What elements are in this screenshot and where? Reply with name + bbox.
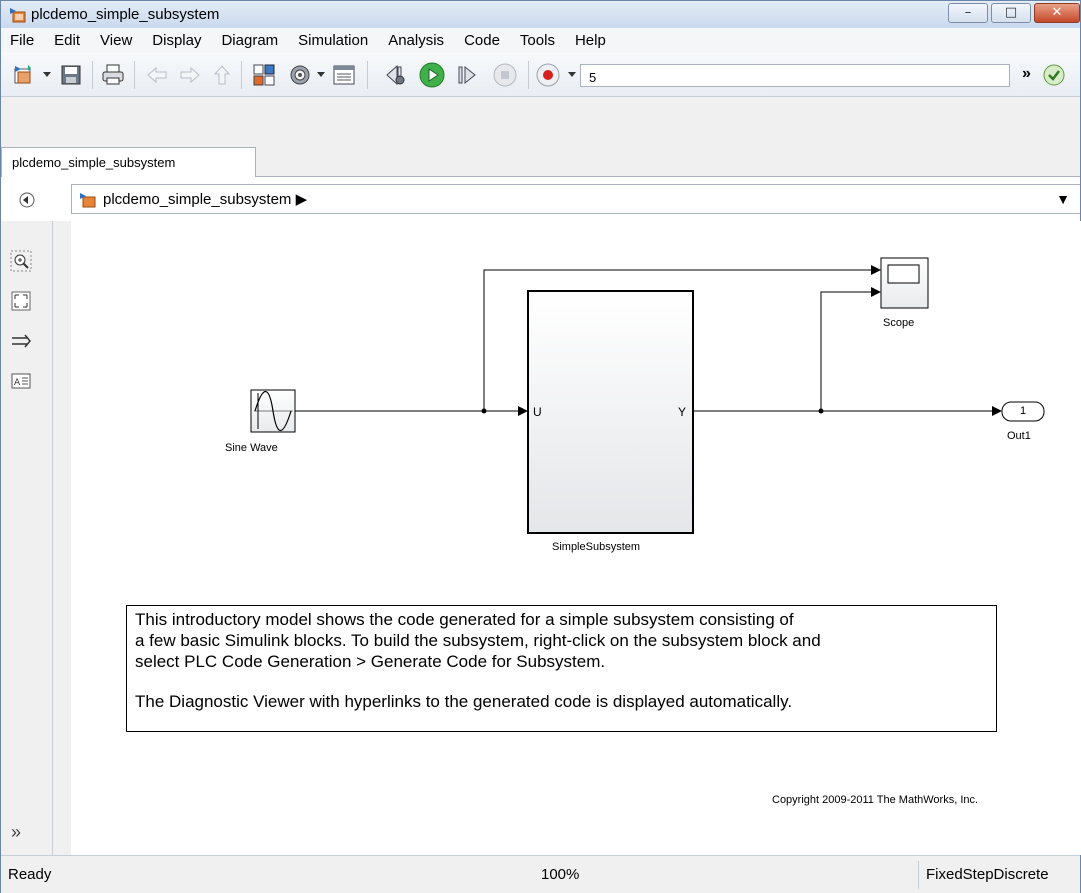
stop-icon[interactable]	[492, 62, 518, 88]
breadcrumb: plcdemo_simple_subsystem ▶ ▼	[71, 184, 1080, 214]
annotation-line: This introductory model shows the code g…	[135, 610, 794, 629]
block-diagram	[250, 257, 1045, 534]
forward-icon[interactable]	[177, 62, 203, 88]
out1-port-number: 1	[1020, 405, 1027, 417]
menu-analysis[interactable]: Analysis	[379, 28, 455, 53]
annotation-line: select PLC Code Generation > Generate Co…	[135, 652, 606, 671]
menu-simulation[interactable]: Simulation	[289, 28, 379, 53]
menu-file[interactable]: File	[1, 28, 45, 53]
toolbar-separator	[134, 61, 135, 89]
simulink-model-icon	[80, 193, 96, 208]
breadcrumb-model[interactable]: plcdemo_simple_subsystem ▶	[103, 190, 307, 208]
menu-tools[interactable]: Tools	[511, 28, 566, 53]
step-back-icon[interactable]	[382, 62, 408, 88]
model-canvas[interactable]: Sine Wave U Y SimpleSubsystem Scope 1 Ou…	[71, 221, 1081, 855]
fit-view-icon[interactable]	[10, 290, 32, 312]
menu-diagram[interactable]: Diagram	[212, 28, 289, 53]
chevron-down-icon[interactable]	[42, 71, 52, 79]
out1-label: Out1	[1007, 430, 1031, 442]
annotation-line: The Diagnostic Viewer with hyperlinks to…	[135, 692, 793, 711]
toolbar-separator	[367, 61, 368, 89]
expand-palette-button[interactable]: »	[11, 822, 21, 843]
svg-text:A: A	[14, 378, 21, 388]
annotation-icon[interactable]: A	[10, 370, 32, 392]
menu-edit[interactable]: Edit	[45, 28, 91, 53]
back-icon[interactable]	[144, 62, 170, 88]
subsystem-input-port-label: U	[533, 405, 542, 419]
toolbar-separator	[92, 61, 93, 89]
scope-block[interactable]	[880, 257, 929, 309]
print-icon[interactable]	[100, 62, 126, 88]
chevron-down-icon[interactable]	[316, 71, 326, 79]
breadcrumb-menu-button[interactable]: ▼	[1056, 191, 1070, 207]
status-bar: Ready 100% FixedStepDiscrete	[1, 855, 1080, 893]
minimize-button[interactable]: –	[948, 3, 988, 23]
up-icon[interactable]	[209, 62, 235, 88]
sine-wave-label: Sine Wave	[225, 442, 278, 454]
sine-wave-block[interactable]	[250, 389, 296, 433]
library-browser-icon[interactable]	[251, 62, 277, 88]
model-annotation[interactable]: This introductory model shows the code g…	[126, 605, 997, 732]
explorer-bar: plcdemo_simple_subsystem ▶ ▼	[1, 177, 1080, 221]
annotation-line: a few basic Simulink blocks. To build th…	[135, 631, 821, 650]
simulink-model-icon	[10, 8, 26, 23]
scope-label: Scope	[883, 317, 915, 329]
status-text: Ready	[8, 866, 52, 883]
breadcrumb-arrow-icon: ▶	[295, 191, 308, 208]
run-icon[interactable]	[419, 62, 445, 88]
window-title: plcdemo_simple_subsystem	[31, 6, 220, 23]
copyright-notice: Copyright 2009-2011 The MathWorks, Inc.	[772, 794, 979, 806]
simple-subsystem-label: SimpleSubsystem	[552, 541, 641, 553]
zoom-icon[interactable]	[10, 250, 32, 272]
stop-time-input[interactable]	[580, 64, 1010, 87]
simple-subsystem-block[interactable]	[527, 290, 694, 534]
model-config-icon[interactable]	[287, 62, 313, 88]
status-separator	[918, 861, 919, 889]
check-icon[interactable]	[1041, 62, 1067, 88]
hide-explorer-icon[interactable]	[18, 191, 36, 209]
menu-display[interactable]: Display	[143, 28, 212, 53]
step-forward-icon[interactable]	[454, 62, 480, 88]
maximize-button[interactable]: □	[991, 3, 1031, 23]
chevron-down-icon[interactable]	[567, 71, 577, 79]
solver-name[interactable]: FixedStepDiscrete	[926, 866, 1049, 883]
simulink-window: plcdemo_simple_subsystem – □ ✕ File Edit…	[0, 0, 1081, 893]
route-lines-icon[interactable]	[10, 330, 32, 352]
toolbar-overflow-button[interactable]: »	[1022, 65, 1031, 83]
tab-plcdemo-simple-subsystem[interactable]: plcdemo_simple_subsystem	[1, 147, 256, 177]
record-icon[interactable]	[535, 62, 561, 88]
menu-view[interactable]: View	[91, 28, 143, 53]
model-explorer-icon[interactable]	[331, 62, 357, 88]
title-bar: plcdemo_simple_subsystem – □ ✕	[1, 1, 1080, 28]
save-icon[interactable]	[58, 62, 84, 88]
zoom-level: 100%	[541, 866, 580, 883]
palette: A »	[1, 221, 53, 855]
subsystem-output-port-label: Y	[678, 405, 687, 419]
toolbar-separator	[528, 61, 529, 89]
menu-help[interactable]: Help	[566, 28, 617, 53]
toolbar: »	[1, 53, 1080, 97]
close-button[interactable]: ✕	[1034, 3, 1080, 23]
menu-bar: File Edit View Display Diagram Simulatio…	[1, 28, 1080, 53]
new-model-icon[interactable]	[11, 62, 37, 88]
toolbar-separator	[241, 61, 242, 89]
menu-code[interactable]: Code	[455, 28, 511, 53]
